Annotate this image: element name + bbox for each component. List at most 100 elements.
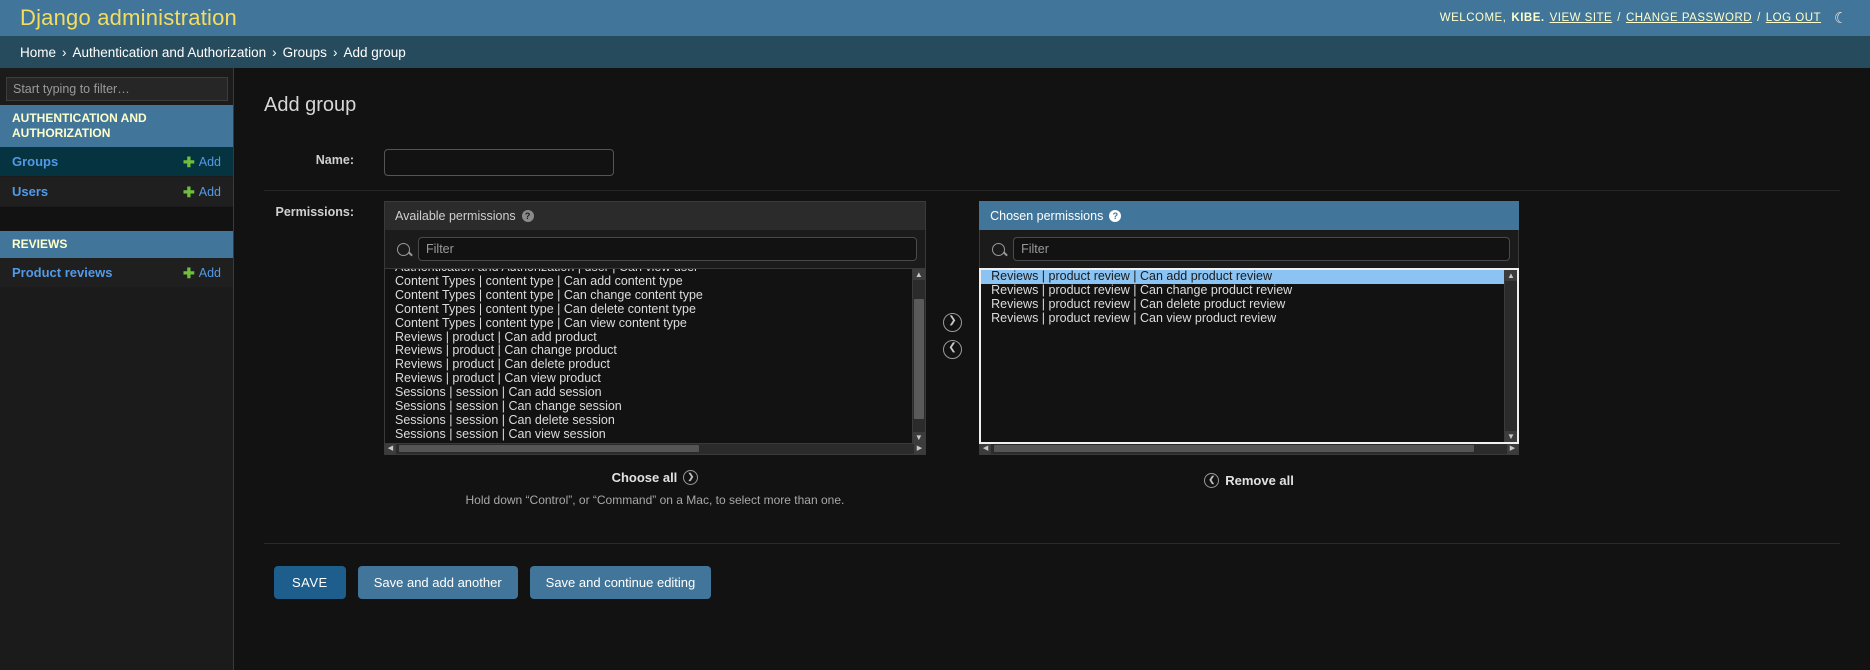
search-icon [397,242,410,256]
breadcrumb: Home › Authentication and Authorization … [0,36,1870,68]
form-row-permissions: Permissions: Available permissions ? Fil… [264,191,1840,521]
sidebar-add-users[interactable]: ✚ Add [183,185,221,199]
chosen-filter-input[interactable] [1013,237,1510,261]
sidebar-divider [0,207,233,231]
available-permissions-title-text: Available permissions [395,209,516,223]
available-vertical-scrollbar[interactable]: ▲ ▼ [911,269,925,443]
available-permission-option[interactable]: Content Types | content type | Can delet… [385,303,913,317]
available-permissions-title: Available permissions ? [384,201,926,230]
available-permission-option[interactable]: Content Types | content type | Can view … [385,317,913,331]
search-icon [992,242,1006,256]
username-label: KIBE. [1511,12,1545,24]
remove-all-footer: ❮ Remove all [979,455,1519,488]
breadcrumb-separator-1: › [62,44,67,60]
sidebar-add-product-reviews[interactable]: ✚ Add [183,266,221,280]
sidebar-item-groups[interactable]: Groups ✚ Add [0,147,233,177]
form-row-name: Name: [264,139,1840,191]
view-site-link[interactable]: VIEW SITE [1550,12,1613,24]
chosen-permission-option[interactable]: Reviews | product review | Can add produ… [981,270,1505,284]
save-and-continue-button[interactable]: Save and continue editing [529,566,712,599]
selector-help-text: Hold down “Control”, or “Command” on a M… [465,493,845,507]
chosen-vertical-scrollbar[interactable]: ▲ ▼ [1504,270,1517,442]
sidebar-link-users[interactable]: Users [12,184,48,199]
sidebar-item-product-reviews[interactable]: Product reviews ✚ Add [0,258,233,288]
scrollbar-thumb[interactable] [913,299,924,419]
remove-selected-button[interactable]: ❮ [942,340,962,359]
available-permission-option[interactable]: Authentication and Authorization | user … [385,269,913,275]
available-permission-option[interactable]: Reviews | product | Can change product [385,344,913,358]
chosen-permission-option[interactable]: Reviews | product review | Can view prod… [981,312,1505,326]
log-out-link[interactable]: LOG OUT [1766,12,1821,24]
available-permissions-list[interactable]: Authentication and Authorization | user … [384,268,926,444]
chevron-right-icon: ❯ [683,470,699,485]
user-tools-separator-2: / [1757,12,1761,24]
available-permissions-panel: Available permissions ? Authentication a… [384,201,926,507]
scroll-right-arrow-icon[interactable]: ▶ [913,444,925,454]
user-tools-separator-1: / [1617,12,1621,24]
breadcrumb-separator-2: › [272,44,277,60]
sidebar-link-groups[interactable]: Groups [12,154,58,169]
sidebar-add-groups-label: Add [198,154,221,169]
chosen-filter-row [979,230,1519,268]
available-permission-option[interactable]: Content Types | content type | Can add c… [385,275,913,289]
available-filter-input[interactable] [418,237,917,261]
moon-icon[interactable]: ☾ [1834,11,1848,26]
sidebar-app-caption-auth: AUTHENTICATION AND AUTHORIZATION [0,105,233,147]
save-and-add-another-button[interactable]: Save and add another [357,566,518,599]
change-password-link[interactable]: CHANGE PASSWORD [1626,12,1752,24]
chosen-permissions-list[interactable]: Reviews | product review | Can add produ… [979,268,1519,444]
choose-all-button[interactable]: Choose all ❯ [612,470,699,485]
breadcrumb-separator-3: › [332,44,338,60]
available-permission-option[interactable]: Reviews | product | Can add product [385,331,913,345]
chosen-permissions-title: Chosen permissions ? [979,201,1519,230]
breadcrumb-model[interactable]: Groups [283,45,327,60]
available-permission-option[interactable]: Content Types | content type | Can chang… [385,289,913,303]
name-label: Name: [315,153,354,167]
submit-row: SAVE Save and add another Save and conti… [264,543,1840,599]
scroll-up-arrow-icon[interactable]: ▲ [1505,270,1517,281]
hscrollbar-thumb[interactable] [399,445,699,452]
scroll-up-arrow-icon[interactable]: ▲ [912,269,925,280]
help-icon[interactable]: ? [521,210,534,222]
save-button[interactable]: SAVE [274,566,346,599]
welcome-text: WELCOME, [1439,12,1507,24]
scroll-down-arrow-icon[interactable]: ▼ [1505,431,1517,442]
available-permission-option[interactable]: Reviews | product | Can view product [385,372,913,386]
add-selected-button[interactable]: ❯ [942,313,962,332]
remove-all-button[interactable]: ❮ Remove all [1204,473,1294,488]
name-input[interactable] [384,149,614,176]
sidebar-add-groups[interactable]: ✚ Add [183,155,221,169]
sidebar-item-users[interactable]: Users ✚ Add [0,177,233,207]
breadcrumb-current: Add group [343,44,406,60]
available-horizontal-scrollbar[interactable]: ◀ ▶ [384,444,926,455]
chosen-permission-option[interactable]: Reviews | product review | Can change pr… [981,284,1505,298]
scroll-left-arrow-icon[interactable]: ◀ [980,444,992,454]
hscrollbar-thumb[interactable] [994,445,1475,452]
permissions-selector: Available permissions ? Authentication a… [384,201,1519,507]
available-permission-option[interactable]: Sessions | session | Can delete session [385,414,913,428]
available-filter-row [384,230,926,268]
help-icon[interactable]: ? [1109,210,1122,222]
sidebar-add-product-reviews-label: Add [198,265,221,280]
plus-icon: ✚ [183,153,195,170]
scroll-left-arrow-icon[interactable]: ◀ [385,444,396,454]
breadcrumb-home[interactable]: Home [20,45,56,60]
sidebar-app-caption-reviews: REVIEWS [0,231,233,258]
available-permission-option[interactable]: Sessions | session | Can view session [385,428,913,442]
available-permission-option[interactable]: Sessions | session | Can change session [385,400,913,414]
chevron-left-icon: ❮ [1204,473,1220,488]
chosen-horizontal-scrollbar[interactable]: ◀ ▶ [979,444,1519,455]
main-content: Add group Name: Permissions: Available p… [234,68,1870,670]
remove-all-label: Remove all [1225,473,1294,488]
breadcrumb-app[interactable]: Authentication and Authorization [73,45,267,60]
available-permission-option[interactable]: Sessions | session | Can add session [385,386,913,400]
scroll-right-arrow-icon[interactable]: ▶ [1507,444,1518,454]
available-permission-option[interactable]: Reviews | product | Can delete product [385,358,913,372]
chosen-permission-option[interactable]: Reviews | product review | Can delete pr… [981,298,1505,312]
sidebar-link-product-reviews[interactable]: Product reviews [12,265,112,280]
sidebar-filter-input[interactable] [6,77,228,101]
permissions-label: Permissions: [275,205,354,219]
scroll-down-arrow-icon[interactable]: ▼ [912,432,925,443]
choose-all-label: Choose all [611,470,678,485]
site-header: Django administration WELCOME, KIBE. VIE… [0,0,1870,36]
